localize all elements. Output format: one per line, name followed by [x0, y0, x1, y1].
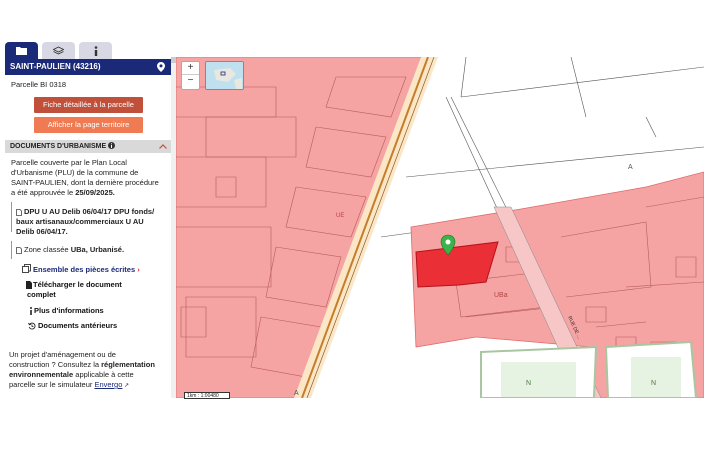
dpu-line-1: DPU U AU Delib 06/04/17 DPU fonds/ — [24, 207, 155, 216]
envergo-link[interactable]: Envergo — [94, 380, 122, 389]
intro-line-3: SAINT-PAULIEN, dont la dernière procédur… — [11, 178, 159, 187]
zone-ue-area — [176, 57, 427, 398]
location-pin-icon[interactable] — [157, 62, 165, 72]
footer-line-3: environnementale applicable à cette — [9, 370, 134, 380]
page-territoire-button[interactable]: Afficher la page territoire — [34, 117, 143, 133]
footer-line-4-text: parcelle sur le simulateur — [9, 380, 95, 389]
dpu-accent-bar — [11, 202, 12, 232]
label-uba: UBa — [494, 292, 508, 299]
zoom-out-button[interactable]: − — [182, 74, 199, 87]
zone-n-fill-1 — [501, 362, 576, 397]
document-icon — [16, 247, 22, 254]
minimap[interactable] — [205, 61, 244, 90]
footer-line-2: construction ? Consultez la réglementati… — [9, 360, 155, 370]
telecharger-link-1[interactable]: Télécharger le document — [33, 280, 122, 290]
external-link-icon: ↗ — [122, 383, 130, 389]
zone-value: UBa, Urbanisé. — [70, 245, 125, 254]
label-a-1: A — [628, 164, 633, 171]
footer-line-4: parcelle sur le simulateur Envergo ↗ — [9, 380, 129, 391]
pieces-ecrites-link[interactable]: Ensemble des pièces écrites › — [33, 265, 140, 275]
intro-line-2: d'Urbanisme (PLU) de la commune de — [11, 168, 139, 177]
copy-icon — [22, 264, 31, 273]
footer-line-1: Un projet d'aménagement ou de — [9, 350, 116, 359]
environnementale-text: environnementale — [9, 370, 74, 379]
zone-n-fill-2 — [631, 357, 681, 397]
footer-line-3-text: applicable à cette — [73, 370, 134, 379]
info-circle-icon[interactable] — [108, 142, 116, 149]
chevron-right-icon: › — [137, 265, 140, 274]
intro-line-1: Parcelle couverte par le Plan Local — [11, 158, 127, 167]
info-panel: SAINT-PAULIEN (43216) Parcelle BI 0318 F… — [5, 42, 171, 398]
reglementation-text: réglementation — [101, 360, 155, 369]
info-icon — [94, 45, 97, 56]
tab-layers[interactable] — [42, 42, 75, 59]
cadastre-map[interactable]: UE UBa A A N N RUE DE ... — [176, 57, 704, 398]
zone-prefix: Zone classée — [24, 245, 71, 254]
intro-date: 25/09/2025. — [75, 188, 115, 197]
footer-line-2-text: construction ? Consultez la — [9, 360, 102, 369]
history-icon — [28, 322, 36, 330]
file-download-icon — [26, 281, 32, 289]
commune-header: SAINT-PAULIEN (43216) — [5, 59, 171, 75]
commune-name: SAINT-PAULIEN (43216) — [10, 62, 101, 71]
pieces-label: Ensemble des pièces écrites — [33, 265, 136, 274]
urbanisme-section-header[interactable]: DOCUMENTS D'URBANISME — [5, 140, 171, 153]
intro-prefix: a été approuvée le — [11, 188, 76, 197]
zoom-in-button[interactable]: + — [182, 62, 199, 74]
info-i-icon — [30, 307, 32, 315]
folder-icon — [16, 47, 27, 55]
zoom-control: + − — [181, 61, 200, 90]
label-n-2: N — [651, 380, 656, 387]
telecharger-link-2[interactable]: complet — [27, 290, 56, 300]
map-scale: 1km : 1:00480 — [184, 392, 230, 399]
zone-classee: Zone classée UBa, Urbanisé. — [24, 245, 124, 255]
label-n-1: N — [526, 380, 531, 387]
tab-info[interactable] — [79, 42, 112, 59]
minimap-graphic — [206, 62, 243, 89]
zone-accent-bar — [11, 241, 12, 259]
parcel-label: Parcelle BI 0318 — [11, 80, 67, 89]
documents-anterieurs-link[interactable]: Documents antérieurs — [38, 321, 117, 331]
label-a-2: A — [294, 390, 299, 397]
dpu-line-3: Delib 06/04/17. — [16, 227, 68, 236]
tab-folder[interactable] — [5, 42, 38, 59]
plus-informations-link[interactable]: Plus d'informations — [34, 306, 104, 316]
map-view[interactable]: UE UBa A A N N RUE DE ... — [176, 57, 704, 398]
document-icon — [16, 209, 22, 216]
intro-line-4: a été approuvée le 25/09/2025. — [11, 188, 115, 198]
dpu-line-2: baux artisanaux/commerciaux U AU — [16, 217, 144, 226]
section-title: DOCUMENTS D'URBANISME — [10, 143, 107, 150]
chevron-up-icon[interactable] — [159, 144, 167, 149]
label-ue: UE — [336, 213, 344, 219]
layers-icon — [53, 45, 64, 55]
fiche-detaillee-button[interactable]: Fiche détaillée à la parcelle — [34, 97, 143, 113]
panel-tabs — [5, 42, 171, 59]
